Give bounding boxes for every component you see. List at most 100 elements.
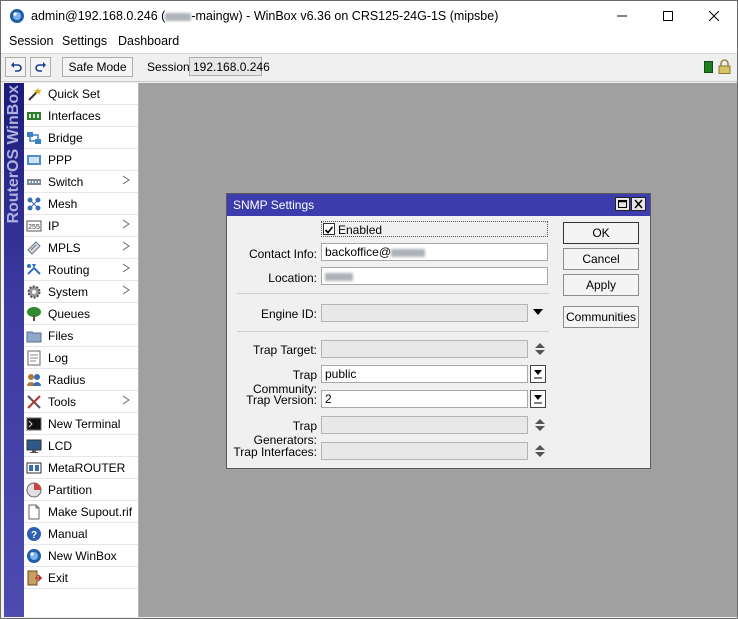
submenu-arrow-icon [122, 241, 130, 251]
sidebar-item-label: PPP [48, 153, 73, 167]
winbox-app-icon [10, 9, 24, 23]
trap-interfaces-input[interactable] [321, 442, 528, 460]
sidebar-item-mesh[interactable]: Mesh [24, 193, 138, 215]
ip-icon: 255 [26, 220, 42, 232]
exit-icon [27, 570, 42, 586]
redacted-location [325, 272, 353, 281]
dropdown-arrow-icon [534, 395, 542, 404]
sidebar-item-files[interactable]: Files [24, 325, 138, 347]
minimize-button[interactable] [599, 1, 645, 31]
maximize-icon [618, 200, 627, 208]
contact-info-value: backoffice@ [325, 245, 391, 259]
gear-icon [27, 285, 41, 299]
updown-arrows-icon[interactable] [534, 340, 546, 358]
trap-community-dropdown-button[interactable] [530, 365, 546, 383]
updown-arrows-icon[interactable] [534, 416, 546, 434]
sidebar-item-quick-set[interactable]: Quick Set [24, 83, 138, 105]
trap-version-dropdown-button[interactable] [530, 390, 546, 408]
sidebar-item-new-terminal[interactable]: New Terminal [24, 413, 138, 435]
sidebar-item-metarouter[interactable]: MetaROUTER [24, 457, 138, 479]
sidebar-item-routing[interactable]: Routing [24, 259, 138, 281]
sidebar-item-ppp[interactable]: PPP [24, 149, 138, 171]
menu-bar: Session Settings Dashboard [1, 31, 737, 54]
updown-arrows-icon[interactable] [534, 442, 546, 460]
dialog-title-bar[interactable]: SNMP Settings [227, 194, 650, 216]
sidebar-item-make-supout[interactable]: Make Supout.rif [24, 501, 138, 523]
contact-info-input[interactable]: backoffice@ [321, 243, 548, 261]
maximize-button[interactable] [645, 1, 691, 31]
menu-settings[interactable]: Settings [62, 34, 107, 48]
snmp-settings-dialog: SNMP Settings Enabled Contact Info: back… [226, 193, 651, 469]
cancel-button[interactable]: Cancel [563, 248, 639, 270]
trap-generators-input[interactable] [321, 416, 528, 434]
sidebar-item-queues[interactable]: Queues [24, 303, 138, 325]
sidebar-item-label: MetaROUTER [48, 461, 126, 475]
sidebar-item-label: Manual [48, 527, 88, 541]
sidebar-item-mpls[interactable]: MPLS [24, 237, 138, 259]
trap-version-input[interactable]: 2 [321, 390, 528, 408]
enabled-label: Enabled [338, 223, 383, 237]
sidebar-item-label: Exit [48, 571, 69, 585]
ok-button[interactable]: OK [563, 222, 639, 244]
communities-button[interactable]: Communities [563, 306, 639, 328]
sidebar-item-tools[interactable]: Tools [24, 391, 138, 413]
submenu-arrow-icon [122, 175, 130, 185]
location-input[interactable] [321, 267, 548, 285]
close-button[interactable] [691, 1, 737, 31]
menu-session[interactable]: Session [9, 34, 53, 48]
submenu-arrow-icon [122, 219, 130, 229]
winbox-icon [27, 549, 41, 563]
close-icon [634, 199, 643, 209]
menu-dashboard[interactable]: Dashboard [118, 34, 179, 48]
redo-button[interactable] [30, 57, 51, 77]
mpls-icon [27, 241, 41, 255]
sidebar-item-radius[interactable]: Radius [24, 369, 138, 391]
sidebar-item-bridge[interactable]: Bridge [24, 127, 138, 149]
sidebar-item-ip[interactable]: 255 IP [24, 215, 138, 237]
dropdown-arrow-icon[interactable] [532, 308, 544, 316]
radius-icon [27, 374, 41, 386]
submenu-arrow-icon [122, 263, 130, 273]
dialog-maximize-button[interactable] [615, 197, 630, 211]
sidebar-item-label: Make Supout.rif [48, 505, 133, 519]
undo-button[interactable] [5, 57, 26, 77]
enabled-checkbox[interactable] [323, 223, 335, 235]
sidebar-item-manual[interactable]: ? Manual [24, 523, 138, 545]
folder-icon [26, 331, 42, 343]
sidebar-item-label: Files [48, 329, 74, 343]
sidebar-item-system[interactable]: System [24, 281, 138, 303]
apply-button[interactable]: Apply [563, 274, 639, 296]
sidebar-item-switch[interactable]: Switch [24, 171, 138, 193]
session-label: Session: [147, 60, 194, 74]
sidebar-item-interfaces[interactable]: Interfaces [24, 105, 138, 127]
sidebar-item-exit[interactable]: Exit [24, 567, 138, 589]
trap-target-input[interactable] [321, 340, 528, 358]
submenu-arrow-icon [122, 285, 130, 295]
undo-icon [10, 62, 22, 72]
sidebar-item-partition[interactable]: Partition [24, 479, 138, 501]
interfaces-icon [27, 112, 41, 120]
trap-community-input[interactable]: public [321, 365, 528, 383]
sidebar-item-log[interactable]: Log [24, 347, 138, 369]
trap-generators-label: Trap Generators: [253, 419, 317, 447]
engine-id-label: Engine ID: [260, 307, 317, 321]
sidebar-item-lcd[interactable]: LCD [24, 435, 138, 457]
sidebar-item-label: Bridge [48, 131, 83, 145]
sidebar-item-label: IP [48, 219, 60, 233]
sidebar-item-label: Routing [48, 263, 90, 277]
sidebar-item-new-winbox[interactable]: New WinBox [24, 545, 138, 567]
contact-info-label: Contact Info: [248, 247, 317, 261]
location-label: Location: [268, 271, 317, 285]
engine-id-input[interactable] [321, 304, 528, 322]
terminal-icon [26, 417, 42, 431]
ppp-icon [27, 155, 41, 165]
dialog-close-button[interactable] [631, 197, 646, 211]
minimize-icon [617, 15, 627, 17]
sidebar-item-label: Quick Set [48, 87, 101, 101]
sidebar-item-label: System [48, 285, 89, 299]
trap-interfaces-label: Trap Interfaces: [233, 445, 317, 459]
sidebar-item-label: Partition [48, 483, 93, 497]
separator [237, 293, 549, 294]
safe-mode-button[interactable]: Safe Mode [62, 57, 133, 77]
metarouter-icon [26, 462, 42, 474]
